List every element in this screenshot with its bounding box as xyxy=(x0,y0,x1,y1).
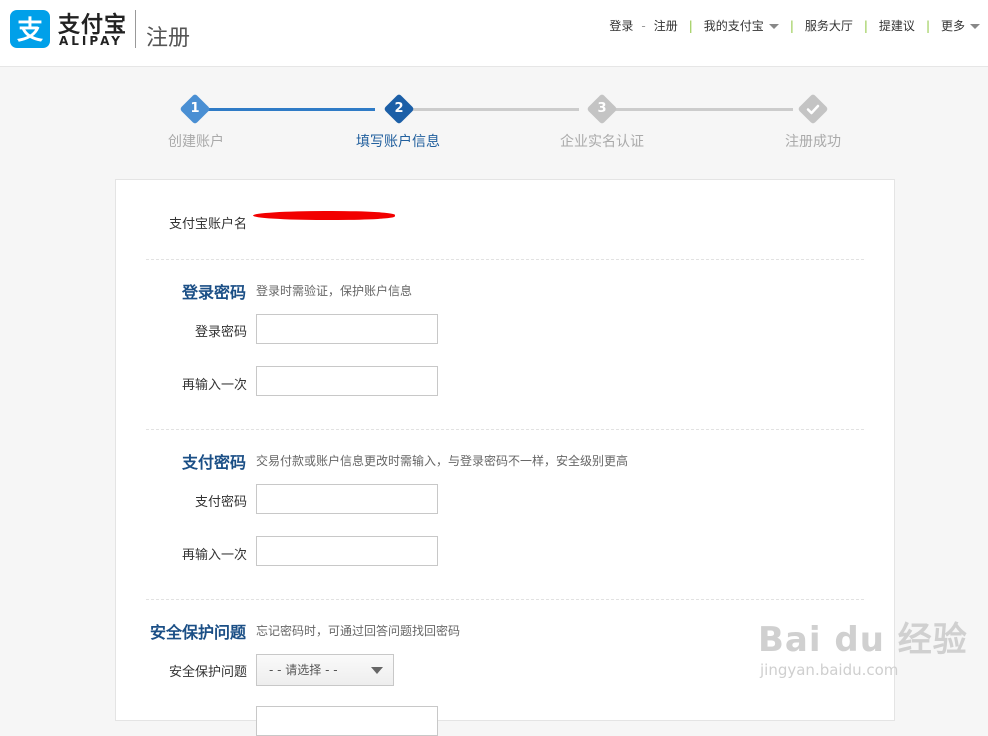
top-header: 支 支付宝 ALIPAY 注册 登录 - 注册 | 我的支付宝 | 服务大厅 |… xyxy=(0,0,988,67)
step-1-number: 1 xyxy=(190,101,200,116)
security-question-label: 安全保护问题 xyxy=(168,665,247,680)
step-2-label: 填写账户信息 xyxy=(356,134,440,150)
logo-divider xyxy=(135,10,136,48)
login-password-label: 登录密码 xyxy=(194,325,247,340)
step-connector xyxy=(615,108,793,111)
security-question-section-desc: 忘记密码时，可通过回答问题找回密码 xyxy=(256,624,461,638)
nav-separator: | xyxy=(688,18,693,33)
step-connector xyxy=(411,108,579,111)
step-3-number: 3 xyxy=(597,101,607,116)
logo-text-en: ALIPAY xyxy=(59,34,123,48)
nav-feedback-link[interactable]: 提建议 xyxy=(879,17,915,34)
step-2-marker: 2 xyxy=(383,93,415,125)
step-1-marker: 1 xyxy=(179,93,211,125)
login-password-section-title: 登录密码 xyxy=(181,283,246,302)
login-password-confirm-label: 再输入一次 xyxy=(181,378,247,393)
nav-my-alipay-menu[interactable]: 我的支付宝 xyxy=(704,17,779,34)
nav-separator: | xyxy=(789,18,794,33)
page-title: 注册 xyxy=(146,26,191,51)
step-3-marker: 3 xyxy=(586,93,618,125)
section-divider xyxy=(146,259,864,260)
step-3-label: 企业实名认证 xyxy=(560,134,644,150)
pay-password-confirm-input[interactable] xyxy=(256,536,438,566)
nav-separator: - xyxy=(641,18,646,33)
section-divider xyxy=(146,429,864,430)
baidu-watermark: Bai du 经验 xyxy=(758,620,968,660)
checkmark-icon xyxy=(802,98,824,120)
chevron-down-icon xyxy=(768,24,779,29)
nav-my-alipay-label: 我的支付宝 xyxy=(703,19,764,33)
pay-password-section-desc: 交易付款或账户信息更改时需输入，与登录密码不一样，安全级别更高 xyxy=(256,454,629,468)
pay-password-label: 支付密码 xyxy=(194,495,247,510)
security-question-section-title: 安全保护问题 xyxy=(149,623,246,642)
nav-login-link[interactable]: 登录 xyxy=(609,17,633,34)
step-4-label: 注册成功 xyxy=(785,134,841,150)
security-question-select[interactable]: - - 请选择 - - xyxy=(256,654,394,686)
chevron-down-icon xyxy=(970,24,980,29)
security-answer-input[interactable] xyxy=(256,706,438,736)
nav-register-link[interactable]: 注册 xyxy=(654,17,678,34)
nav-separator: | xyxy=(925,18,930,33)
security-question-selected: - - 请选择 - - xyxy=(269,663,338,677)
step-4-marker xyxy=(797,93,829,125)
top-nav: 登录 - 注册 | 我的支付宝 | 服务大厅 | 提建议 | 更多 xyxy=(609,17,980,34)
pay-password-input[interactable] xyxy=(256,484,438,514)
step-connector xyxy=(207,108,375,111)
section-divider xyxy=(146,599,864,600)
nav-more-menu[interactable]: 更多 xyxy=(941,17,980,34)
registration-steps: 1 2 3 创建账户 填写账户信息 企业实名认证 注册成功 xyxy=(0,90,988,160)
pay-password-confirm-label: 再输入一次 xyxy=(181,548,247,563)
svg-text:支: 支 xyxy=(17,16,43,46)
step-1-label: 创建账户 xyxy=(168,134,224,150)
alipay-logo-icon[interactable]: 支 xyxy=(10,10,50,48)
step-2-number: 2 xyxy=(394,101,404,116)
account-name-label: 支付宝账户名 xyxy=(168,217,247,232)
login-password-confirm-input[interactable] xyxy=(256,366,438,396)
nav-more-label: 更多 xyxy=(940,19,965,33)
chevron-down-icon xyxy=(371,667,383,674)
pay-password-section-title: 支付密码 xyxy=(181,453,246,472)
redacted-account-name xyxy=(252,211,396,220)
baidu-watermark-url: jingyan.baidu.com xyxy=(760,661,899,679)
login-password-section-desc: 登录时需验证，保护账户信息 xyxy=(256,284,413,298)
nav-service-hall-link[interactable]: 服务大厅 xyxy=(805,17,853,34)
login-password-input[interactable] xyxy=(256,314,438,344)
nav-separator: | xyxy=(863,18,868,33)
